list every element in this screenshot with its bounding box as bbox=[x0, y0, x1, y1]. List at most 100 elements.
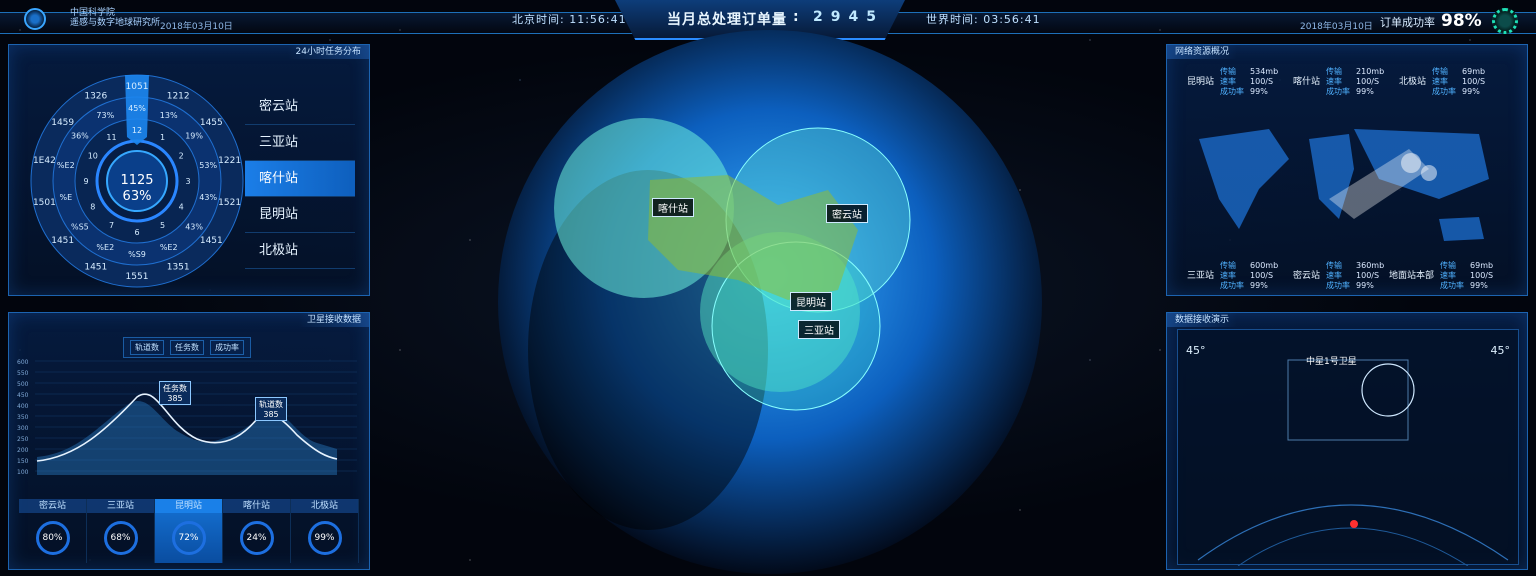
net-value: 69mb bbox=[1462, 67, 1486, 76]
card-beiji[interactable]: 北极站 99% bbox=[291, 499, 359, 563]
station-item-kashi[interactable]: 喀什站 bbox=[245, 161, 355, 197]
callout-orbit-value: 385 bbox=[263, 410, 279, 419]
net-value: 360mb bbox=[1356, 261, 1385, 270]
callout-task-value: 385 bbox=[167, 394, 183, 403]
card-miyun[interactable]: 密云站 80% bbox=[19, 499, 87, 563]
world-map[interactable] bbox=[1179, 109, 1517, 257]
net-key: 成功率 bbox=[1432, 87, 1457, 96]
dial-mid-label: %S9 bbox=[128, 250, 146, 259]
dial-mid-label: %S5 bbox=[71, 223, 89, 232]
globe-label-miyun[interactable]: 密云站 bbox=[826, 204, 868, 223]
station-item-beiji[interactable]: 北极站 bbox=[245, 233, 355, 269]
dial-outer-label: 1051 bbox=[126, 82, 149, 92]
net-value: 100/S bbox=[1462, 77, 1486, 86]
net-value: 100/S bbox=[1250, 77, 1274, 86]
demo-viewport[interactable]: 45° 45° 中星1号卫星 bbox=[1177, 329, 1519, 566]
net-sanya: 三亚站 传输 速率 成功率 600mb 100/S 99% bbox=[1187, 261, 1278, 291]
panel-title: 网络资源概况 bbox=[1167, 45, 1238, 59]
y-tick-label: 300 bbox=[17, 425, 29, 432]
callout-task-label: 任务数 bbox=[163, 384, 187, 393]
dial-outer-label: 1451 bbox=[84, 263, 107, 273]
dial-mid-label: 13% bbox=[160, 111, 178, 120]
station-item-kunming[interactable]: 昆明站 bbox=[245, 197, 355, 233]
net-key: 传输 bbox=[1440, 261, 1457, 270]
dial-inner-label: 5 bbox=[160, 221, 165, 230]
card-name: 北极站 bbox=[291, 499, 358, 513]
net-value: 600mb bbox=[1250, 261, 1279, 270]
net-value: 99% bbox=[1356, 87, 1374, 96]
legend-orbit[interactable]: 轨道数 bbox=[130, 340, 164, 355]
dial-mid-label: %E bbox=[59, 193, 72, 202]
net-key: 速率 bbox=[1440, 271, 1457, 280]
dial-inner-label: 3 bbox=[185, 177, 190, 186]
dial-outer-label: 1451 bbox=[51, 236, 74, 246]
globe-label-sanya[interactable]: 三亚站 bbox=[798, 320, 840, 339]
dial-mid-label: 73% bbox=[96, 111, 114, 120]
map-node bbox=[1421, 165, 1437, 181]
settings-gear-icon[interactable] bbox=[1492, 8, 1518, 34]
dial-inner-label: 1 bbox=[160, 133, 165, 142]
net-key: 速率 bbox=[1220, 271, 1237, 280]
net-miyun: 密云站 传输 速率 成功率 360mb 100/S 99% bbox=[1293, 261, 1384, 291]
dial-outer-label: 1459 bbox=[51, 118, 74, 128]
card-sanya[interactable]: 三亚站 68% bbox=[87, 499, 155, 563]
organization-name: 中国科学院 遥感与数字地球研究所 bbox=[70, 8, 160, 28]
panel-title: 卫星接收数据 bbox=[298, 313, 369, 327]
dial-mid-label: %E2 bbox=[160, 243, 178, 252]
net-beiji: 北极站 传输 速率 成功率 69mb 100/S 99% bbox=[1399, 67, 1485, 97]
dial-outer-label: 1521 bbox=[218, 198, 241, 208]
net-value: 100/S bbox=[1470, 271, 1494, 280]
net-value: 534mb bbox=[1250, 67, 1279, 76]
station-item-sanya[interactable]: 三亚站 bbox=[245, 125, 355, 161]
card-pct: 72% bbox=[171, 521, 206, 555]
legend-task[interactable]: 任务数 bbox=[170, 340, 204, 355]
station-list: 密云站 三亚站 喀什站 昆明站 北极站 bbox=[245, 89, 355, 269]
dial-outer-label: 1221 bbox=[218, 156, 241, 166]
satellite-body bbox=[1287, 359, 1409, 441]
net-key: 传输 bbox=[1326, 67, 1343, 76]
net-value: 100/S bbox=[1250, 271, 1274, 280]
net-value: 99% bbox=[1250, 87, 1268, 96]
dial-outer-label: 1455 bbox=[200, 118, 223, 128]
order-success-rate: 订单成功率 98% bbox=[1380, 11, 1482, 31]
net-station-name: 地面站本部 bbox=[1389, 271, 1435, 281]
order-rate-value: 98% bbox=[1441, 11, 1482, 31]
panel-title: 数据接收演示 bbox=[1167, 313, 1238, 327]
world-time: 世界时间: 03:56:41 bbox=[926, 13, 1041, 26]
dial-mid-label: 53% bbox=[199, 161, 217, 170]
card-pct: 99% bbox=[307, 521, 342, 555]
station-item-miyun[interactable]: 密云站 bbox=[245, 89, 355, 125]
dial-inner-label: 10 bbox=[88, 152, 98, 161]
org-line-2: 遥感与数字地球研究所 bbox=[70, 18, 161, 28]
net-value: 100/S bbox=[1356, 271, 1380, 280]
satellite-receive-panel: 卫星接收数据 轨道数 任务数 成功率 600 550 500 450 400 350 300… bbox=[8, 312, 370, 570]
dial-core bbox=[106, 150, 168, 212]
dial-inner-label: 12 bbox=[132, 126, 142, 135]
card-kashi[interactable]: 喀什站 24% bbox=[223, 499, 291, 563]
card-name: 三亚站 bbox=[87, 499, 154, 513]
net-value: 99% bbox=[1356, 281, 1374, 290]
net-key: 速率 bbox=[1220, 77, 1237, 86]
net-value: 99% bbox=[1462, 87, 1480, 96]
satellite-diagram bbox=[1197, 359, 1509, 566]
y-tick-label: 100 bbox=[17, 469, 29, 475]
legend-success[interactable]: 成功率 bbox=[210, 340, 244, 355]
globe-label-kashi[interactable]: 喀什站 bbox=[652, 198, 694, 217]
net-key: 成功率 bbox=[1220, 281, 1245, 290]
net-key: 成功率 bbox=[1326, 87, 1351, 96]
globe-label-kunming[interactable]: 昆明站 bbox=[790, 292, 832, 311]
dial-mid-label: 43% bbox=[185, 223, 203, 232]
receive-point bbox=[1350, 520, 1358, 528]
callout-orbit-label: 轨道数 bbox=[259, 400, 283, 409]
net-value: 210mb bbox=[1356, 67, 1385, 76]
y-tick-label: 450 bbox=[17, 392, 29, 399]
net-station-name: 喀什站 bbox=[1293, 77, 1321, 87]
y-tick-label: 150 bbox=[17, 458, 29, 465]
earth-globe[interactable] bbox=[498, 30, 1042, 576]
net-key: 速率 bbox=[1326, 271, 1343, 280]
net-key: 成功率 bbox=[1326, 281, 1351, 290]
dial-mid-label: %E2 bbox=[57, 161, 75, 170]
card-name: 昆明站 bbox=[155, 499, 222, 513]
card-kunming[interactable]: 昆明站 72% bbox=[155, 499, 223, 563]
net-value: 100/S bbox=[1356, 77, 1380, 86]
